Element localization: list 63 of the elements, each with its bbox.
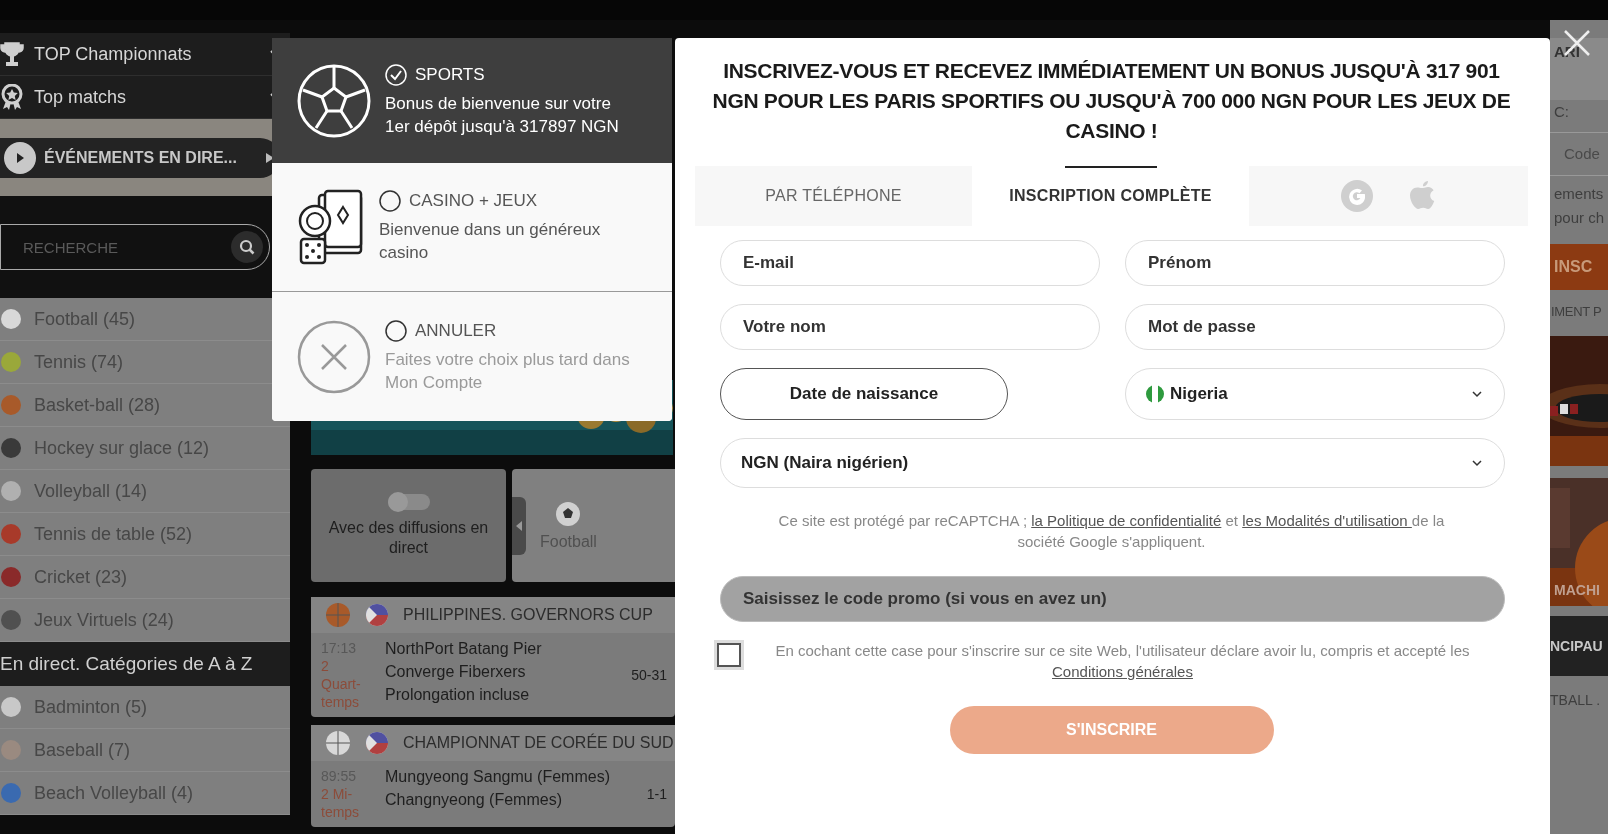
team-name: NorthPort Batang Pier: [385, 639, 543, 659]
bonus-option[interactable]: SPORTS Bonus de bienvenue sur votre 1er dépôt jusqu'à 317897 NGN: [272, 38, 672, 163]
filter-label: Avec des diffusions en direct: [327, 517, 490, 558]
section-title: En direct. Catégories de A à Z: [0, 642, 290, 686]
promo-label: MACHI: [1554, 582, 1600, 598]
search-field[interactable]: RECHERCHE: [0, 224, 270, 270]
section-title: NCIPAU: [1550, 616, 1608, 676]
menu-item[interactable]: TOP Championnats: [0, 33, 290, 76]
team-name: Converge Fiberxers: [385, 662, 527, 682]
body-text: ements: [1553, 184, 1605, 204]
option-description: Bienvenue dans un généreux casino: [379, 219, 602, 264]
play-icon: [4, 141, 36, 174]
register-banner[interactable]: INSC: [1550, 244, 1608, 290]
terms-text: En cochant cette case pour s'inscrire sur ce site Web, l'utilisateur déclare avoir lu, compris et accepté les Conditions générales: [774, 641, 1471, 682]
input-field[interactable]: Votre nom: [720, 304, 1100, 350]
close-circle-icon: [297, 319, 371, 394]
scroll-left-button[interactable]: [512, 496, 526, 555]
league-name: CHAMPIONNAT DE CORÉE DU SUD: [403, 734, 674, 752]
toggle-switch[interactable]: [387, 493, 430, 510]
option-description: Bonus de bienvenue sur votre 1er dépôt jusqu'à 317897 NGN: [385, 92, 620, 138]
promo-code-field[interactable]: Saisissez le code promo (si vous en avez un): [720, 576, 1505, 622]
link[interactable]: la Politique de confidentialité: [1031, 512, 1222, 529]
recaptcha-notice: Ce site est protégé par reCAPTCHA ; la Politique de confidentialité et les Modalités d'utilisation de la société Google s'appliquent.: [777, 511, 1446, 552]
medal-icon: [0, 84, 24, 110]
caret-icon: [266, 152, 274, 163]
link[interactable]: Conditions générales: [1052, 663, 1193, 680]
team-name: Changnyeong (Femmes): [385, 790, 563, 810]
footer-text: TBALL .: [1550, 691, 1602, 710]
option-title: ANNULER: [415, 320, 497, 341]
radio-button[interactable]: [379, 190, 401, 212]
input-field[interactable]: E-mail: [720, 240, 1100, 286]
radio-button[interactable]: [385, 319, 407, 342]
chevron-icon: [1472, 459, 1482, 467]
cards-dice-icon: [297, 189, 365, 265]
tab[interactable]: PAR TÉLÉPHONE: [695, 166, 972, 226]
match-period: 2 Mi-temps: [321, 785, 361, 821]
match-score: 1-1: [646, 786, 668, 802]
flag-icon: [365, 731, 389, 755]
modal-title: INSCRIVEZ-VOUS ET RECEVEZ IMMÉDIATEMENT UN BONUS JUSQU'À 317 901 NGN POUR LES PARIS SPORTIFS OU JUSQU'À 700 000 NGN POUR LES JEUX DE CASINO !: [711, 58, 1512, 144]
chevron-icon: [1472, 390, 1482, 398]
match-score: 50-31: [631, 667, 668, 683]
option-description: Faites votre choix plus tard dans Mon Compte: [385, 348, 631, 394]
trophy-icon: [0, 41, 24, 67]
match-period: 2 Quart-temps: [321, 657, 362, 711]
flag-icon: [365, 603, 389, 627]
league-name: PHILIPPINES. GOVERNORS CUP: [403, 606, 653, 624]
currency-select[interactable]: NGN (Naira nigérien): [720, 438, 1505, 488]
subtitle-text: IMENT P: [1550, 303, 1603, 321]
body-text: pour ch: [1553, 208, 1606, 228]
football-icon: [555, 500, 582, 527]
flag-icon: [1146, 385, 1164, 403]
caret-icon: [516, 520, 522, 531]
input-field[interactable]: Mot de passe: [1125, 304, 1505, 350]
date-of-birth-button[interactable]: Date de naissance: [720, 368, 1008, 420]
team-name: Prolongation incluse: [385, 685, 531, 705]
option-title: SPORTS: [415, 64, 485, 85]
checkbox[interactable]: [717, 643, 741, 667]
football-icon: [297, 63, 371, 138]
team-name: Mungyeong Sangmu (Femmes): [385, 767, 611, 787]
link[interactable]: les Modalités d'utilisation: [1242, 512, 1412, 529]
label-text: C:: [1553, 102, 1570, 122]
input-field[interactable]: Prénom: [1125, 240, 1505, 286]
option-title: CASINO + JEUX: [409, 191, 537, 211]
